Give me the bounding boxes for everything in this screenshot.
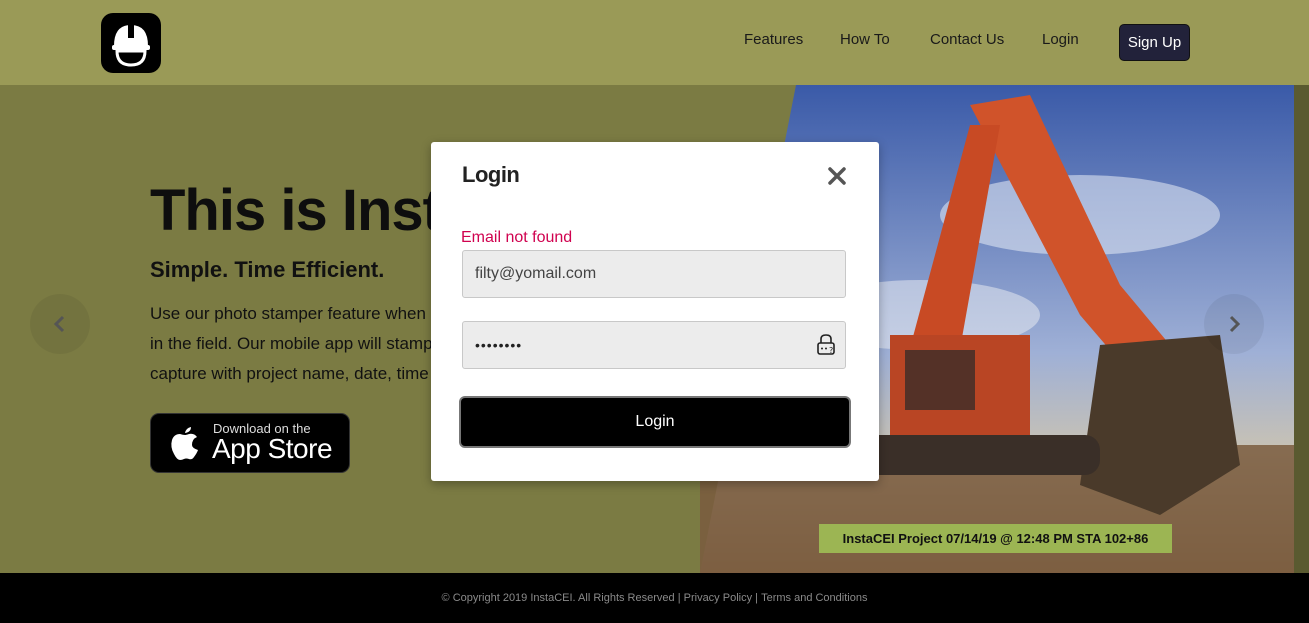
chevron-right-icon bbox=[1229, 315, 1241, 333]
privacy-policy-link[interactable]: Privacy Policy bbox=[684, 592, 752, 604]
footer: © Copyright 2019 InstaCEI. All Rights Re… bbox=[0, 573, 1309, 623]
hero-description-line: Use our photo stamper feature when bbox=[150, 304, 426, 323]
svg-text:?: ? bbox=[829, 346, 833, 355]
email-value: filty@yomail.com bbox=[475, 265, 597, 282]
nav-link-login[interactable]: Login bbox=[1042, 31, 1079, 48]
hero-description-line: capture with project name, date, time bbox=[150, 364, 429, 383]
terms-link[interactable]: Terms and Conditions bbox=[761, 592, 867, 604]
scrollbar[interactable] bbox=[1294, 85, 1309, 573]
footer-separator: | bbox=[755, 592, 759, 604]
password-manager-lock-icon[interactable]: ? bbox=[815, 332, 837, 356]
helmet-logo-icon[interactable] bbox=[101, 13, 161, 73]
carousel-next-button[interactable] bbox=[1204, 294, 1264, 354]
nav-link-contact-us[interactable]: Contact Us bbox=[930, 31, 1004, 48]
chevron-left-icon bbox=[53, 315, 65, 333]
close-icon bbox=[828, 167, 846, 185]
apple-icon bbox=[171, 427, 198, 460]
hero-description-line: in the field. Our mobile app will stamp bbox=[150, 334, 433, 353]
carousel-prev-button[interactable] bbox=[30, 294, 90, 354]
password-value: •••••••• bbox=[475, 337, 523, 353]
app-store-button[interactable]: Download on the App Store bbox=[151, 414, 349, 472]
password-field[interactable]: •••••••• ? bbox=[462, 321, 846, 369]
photo-stamp-caption: InstaCEI Project 07/14/19 @ 12:48 PM STA… bbox=[819, 524, 1172, 553]
error-message: Email not found bbox=[461, 229, 573, 246]
login-modal: Login Email not found filty@yomail.com •… bbox=[431, 142, 879, 481]
nav-link-how-to[interactable]: How To bbox=[840, 31, 890, 48]
modal-title: Login bbox=[462, 162, 520, 187]
close-button[interactable] bbox=[825, 164, 849, 188]
hero-subtitle: Simple. Time Efficient. bbox=[150, 257, 385, 282]
login-submit-button[interactable]: Login bbox=[461, 398, 849, 446]
signup-button[interactable]: Sign Up bbox=[1120, 25, 1189, 60]
hero-description: Use our photo stamper feature when in th… bbox=[150, 299, 440, 389]
store-big-text: App Store bbox=[212, 433, 333, 464]
top-navbar: Features How To Contact Us Login Sign Up bbox=[0, 0, 1309, 85]
nav-link-features[interactable]: Features bbox=[744, 31, 803, 48]
email-field[interactable]: filty@yomail.com bbox=[462, 250, 846, 298]
footer-copyright: © Copyright 2019 InstaCEI. All Rights Re… bbox=[441, 592, 681, 604]
